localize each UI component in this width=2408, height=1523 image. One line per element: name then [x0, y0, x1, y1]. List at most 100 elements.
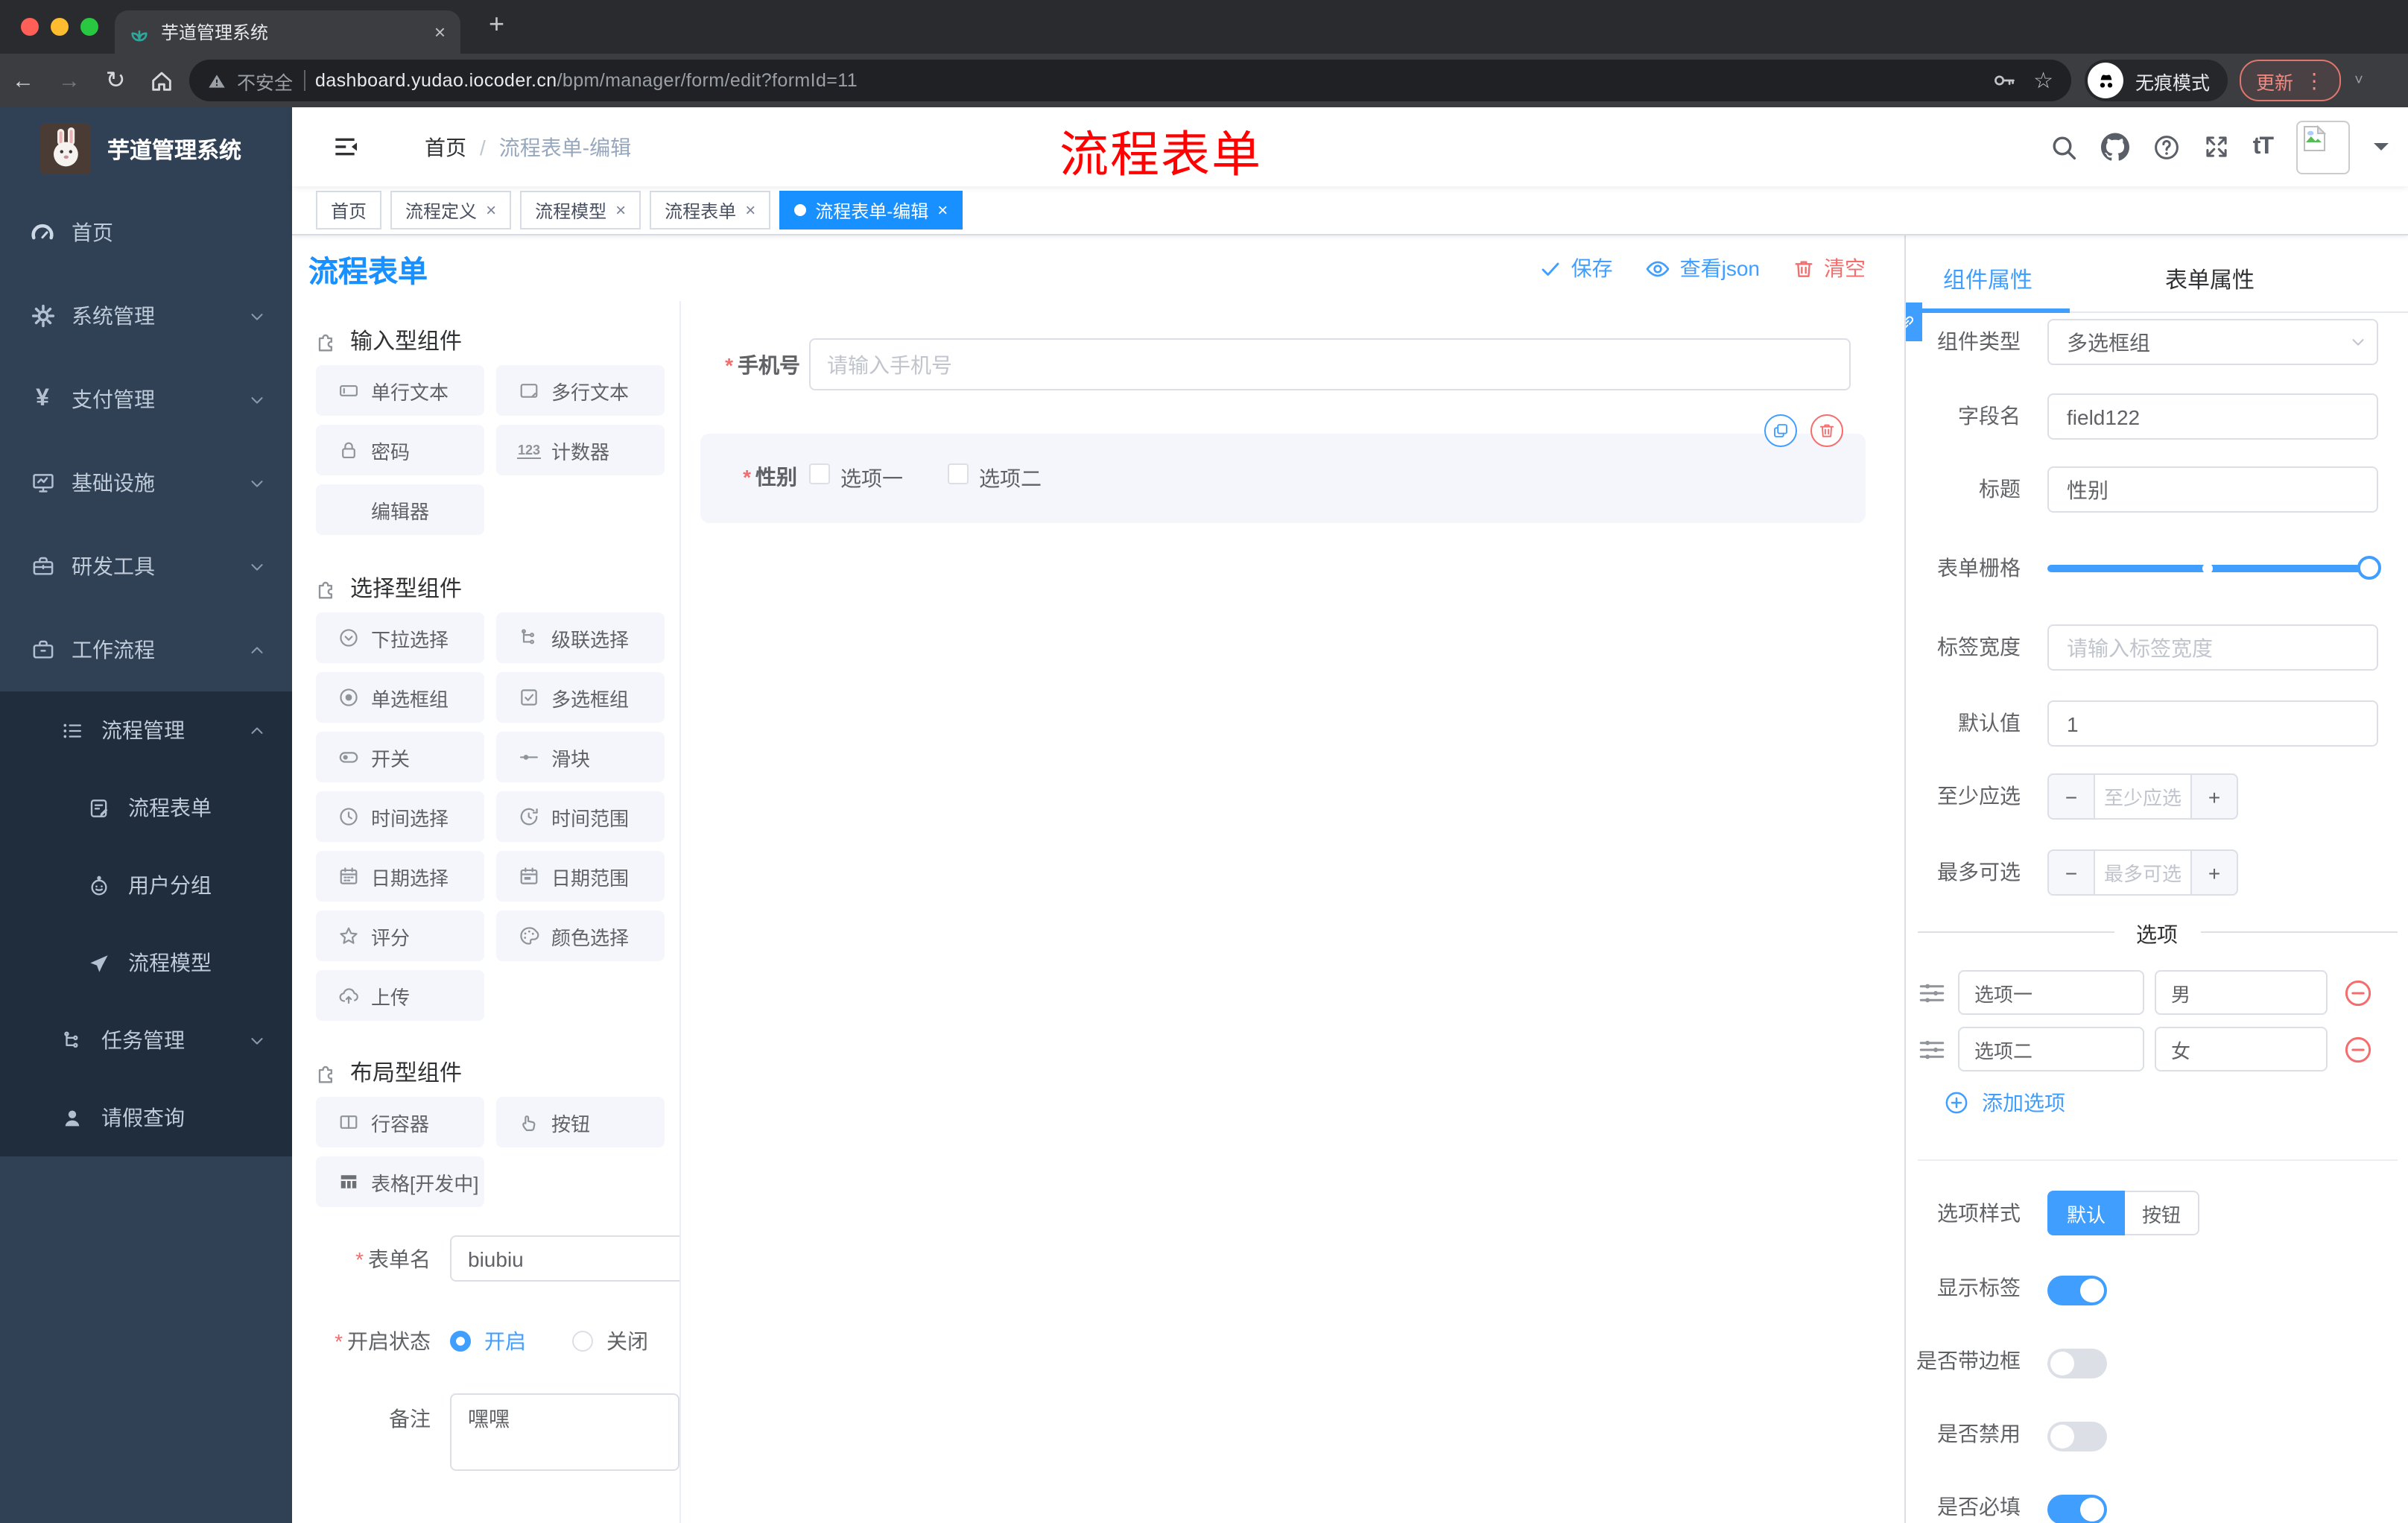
data-binding-link-tag[interactable] — [1906, 303, 1922, 341]
new-tab-button[interactable]: + — [489, 9, 504, 40]
component-switch[interactable]: 开关 — [316, 732, 484, 782]
tag-process-model[interactable]: 流程模型 × — [520, 191, 641, 229]
hamburger-fold-icon[interactable] — [331, 133, 359, 161]
option1-value-input[interactable] — [2155, 970, 2328, 1015]
component-slider[interactable]: 滑块 — [496, 732, 665, 782]
gender-option2-label[interactable]: 选项二 — [979, 463, 1042, 493]
browser-menu-dots-icon[interactable]: ⋮ — [2304, 68, 2325, 93]
help-icon[interactable] — [2153, 133, 2180, 160]
component-upload[interactable]: 上传 — [316, 970, 484, 1021]
sidebar-item-process-mgmt[interactable]: 流程管理 — [0, 691, 292, 769]
border-toggle[interactable] — [2047, 1349, 2107, 1378]
disabled-toggle[interactable] — [2047, 1422, 2107, 1451]
clear-button[interactable]: 清空 — [1793, 253, 1866, 283]
component-row-container[interactable]: 行容器 — [316, 1097, 484, 1147]
component-password[interactable]: 密码 — [316, 425, 484, 475]
stepper-plus-button[interactable]: + — [2192, 851, 2237, 894]
phone-field-input[interactable] — [809, 338, 1851, 390]
sidebar-item-infra[interactable]: 基础设施 — [0, 441, 292, 525]
github-icon[interactable] — [2101, 133, 2129, 161]
required-toggle[interactable] — [2047, 1495, 2107, 1523]
not-secure-warning-icon[interactable] — [207, 71, 226, 90]
field-name-input[interactable] — [2047, 393, 2378, 440]
tag-close-icon[interactable]: × — [745, 200, 755, 221]
grid-slider-track[interactable] — [2047, 565, 2378, 572]
address-bar[interactable]: 不安全 dashboard.yudao.iocoder.cn/bpm/manag… — [189, 60, 2071, 101]
gender-option1-checkbox[interactable] — [809, 463, 830, 484]
min-select-value[interactable]: 至少应选 — [2094, 775, 2192, 818]
stepper-minus-button[interactable]: − — [2049, 775, 2094, 818]
style-default-button[interactable]: 默认 — [2047, 1191, 2125, 1235]
browser-update-button[interactable]: 更新 ⋮ — [2240, 60, 2342, 101]
fullscreen-icon[interactable] — [2204, 134, 2229, 159]
tag-process-definition[interactable]: 流程定义 × — [390, 191, 512, 229]
title-input[interactable] — [2047, 466, 2378, 513]
component-table-dev[interactable]: 表格[开发中] — [316, 1156, 484, 1207]
sidebar-item-system[interactable]: 系统管理 — [0, 274, 292, 358]
option2-value-input[interactable] — [2155, 1027, 2328, 1071]
form-name-input[interactable] — [450, 1235, 679, 1282]
option1-name-input[interactable] — [1958, 970, 2144, 1015]
component-rate[interactable]: 评分 — [316, 911, 484, 961]
component-date-picker[interactable]: 日期选择 — [316, 851, 484, 902]
radio-on-label[interactable]: 开启 — [484, 1326, 526, 1356]
view-json-button[interactable]: 查看json — [1646, 253, 1760, 283]
component-color-picker[interactable]: 颜色选择 — [496, 911, 665, 961]
default-value-input[interactable] — [2047, 700, 2378, 747]
component-multi-text[interactable]: 多行文本 — [496, 365, 665, 416]
font-size-icon[interactable]: tT — [2253, 133, 2274, 160]
radio-off-label[interactable]: 关闭 — [606, 1326, 648, 1356]
tag-process-form-edit[interactable]: 流程表单-编辑 × — [779, 191, 963, 229]
toolbar-chevron-icon[interactable]: ˅ — [2354, 72, 2363, 89]
sidebar-item-process-model[interactable]: 流程模型 — [0, 924, 292, 1001]
save-button[interactable]: 保存 — [1540, 253, 1613, 283]
copy-component-button[interactable] — [1764, 414, 1797, 447]
tab-form-props[interactable]: 表单属性 — [2165, 264, 2255, 295]
radio-on-checked[interactable] — [450, 1331, 471, 1352]
component-cascader[interactable]: 级联选择 — [496, 612, 665, 663]
sidebar-item-task-mgmt[interactable]: 任务管理 — [0, 1001, 292, 1079]
stepper-minus-button[interactable]: − — [2049, 851, 2094, 894]
show-label-toggle[interactable] — [2047, 1276, 2107, 1305]
form-remark-textarea[interactable]: 嘿嘿 — [450, 1393, 679, 1471]
option2-name-input[interactable] — [1958, 1027, 2144, 1071]
label-width-input[interactable] — [2047, 624, 2378, 671]
tag-close-icon[interactable]: × — [937, 200, 948, 221]
component-editor[interactable]: 编辑器 — [316, 484, 484, 535]
sidebar-logo[interactable]: 芋道管理系统 — [0, 107, 292, 191]
sidebar-item-home[interactable]: 首页 — [0, 191, 292, 274]
component-counter[interactable]: 123 计数器 — [496, 425, 665, 475]
tab-close-icon[interactable]: × — [434, 21, 446, 43]
sidebar-item-workflow[interactable]: 工作流程 — [0, 608, 292, 691]
option-drag-handle-icon[interactable] — [1918, 979, 1946, 1007]
tag-close-icon[interactable]: × — [615, 200, 626, 221]
max-select-value[interactable]: 最多可选 — [2094, 851, 2192, 894]
tag-process-form[interactable]: 流程表单 × — [650, 191, 771, 229]
style-button-button[interactable]: 按钮 — [2125, 1191, 2199, 1235]
avatar-caret-icon[interactable] — [2374, 143, 2389, 158]
component-time-picker[interactable]: 时间选择 — [316, 791, 484, 842]
home-icon[interactable] — [139, 68, 185, 93]
password-key-icon[interactable] — [1992, 69, 2015, 92]
component-time-range[interactable]: 时间范围 — [496, 791, 665, 842]
window-zoom-button[interactable] — [80, 18, 98, 36]
tag-home[interactable]: 首页 — [316, 191, 382, 229]
reload-icon[interactable]: ↻ — [92, 66, 139, 95]
sidebar-item-devtools[interactable]: 研发工具 — [0, 525, 292, 608]
sidebar-item-payment[interactable]: ¥ 支付管理 — [0, 358, 292, 441]
option-drag-handle-icon[interactable] — [1918, 1036, 1946, 1064]
remove-option2-icon[interactable] — [2344, 1036, 2372, 1064]
add-option-button[interactable]: 添加选项 — [1945, 1088, 2065, 1118]
component-checkbox-group[interactable]: 多选框组 — [496, 672, 665, 723]
back-icon[interactable]: ← — [0, 68, 46, 93]
tab-component-props[interactable]: 组件属性 — [1943, 264, 2032, 295]
window-close-button[interactable] — [21, 18, 39, 36]
component-type-select[interactable] — [2047, 319, 2378, 365]
avatar[interactable] — [2296, 120, 2350, 174]
stepper-plus-button[interactable]: + — [2192, 775, 2237, 818]
remove-option1-icon[interactable] — [2344, 979, 2372, 1007]
window-minimize-button[interactable] — [51, 18, 69, 36]
sidebar-item-process-form[interactable]: 流程表单 — [0, 769, 292, 846]
breadcrumb-home[interactable]: 首页 — [425, 132, 466, 162]
gender-option1-label[interactable]: 选项一 — [840, 463, 903, 493]
